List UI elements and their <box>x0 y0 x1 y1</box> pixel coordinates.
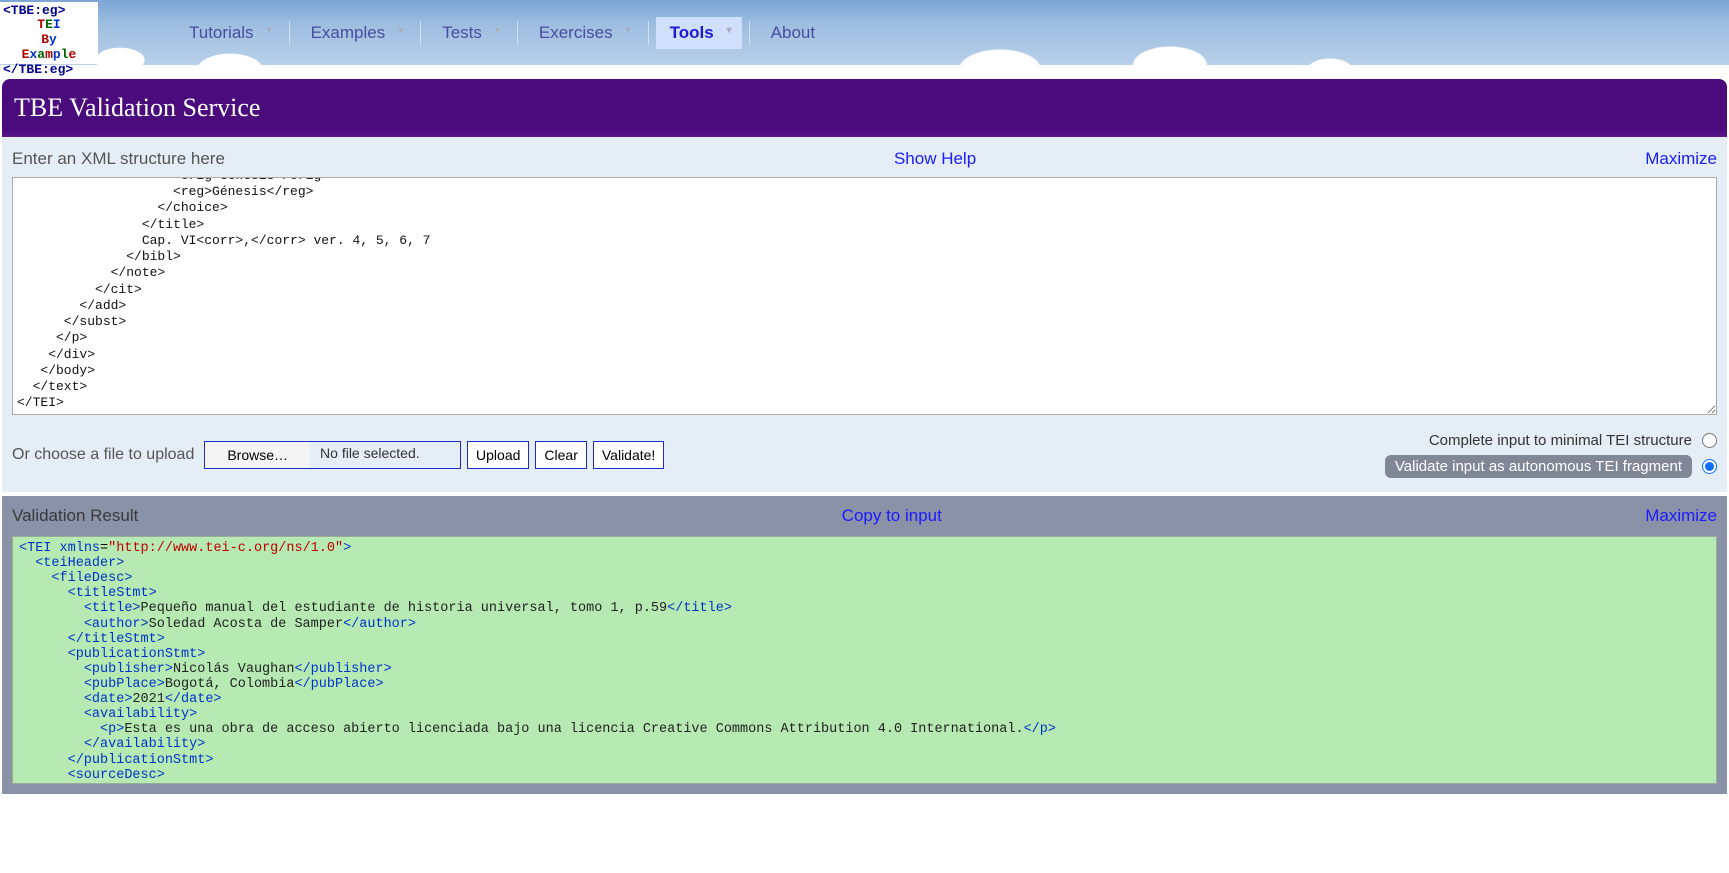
nav-item-exercises[interactable]: Exercises <box>525 17 641 49</box>
maximize-input-link[interactable]: Maximize <box>1645 149 1717 169</box>
logo-acronym3: Example <box>3 48 95 63</box>
logo-acronym2: By <box>3 33 95 48</box>
top-nav: <TBE:eg> TEI By Example </TBE:eg> Tutori… <box>0 0 1729 65</box>
nav-item-about[interactable]: About <box>757 17 843 49</box>
logo-acronym: TEI <box>3 18 95 33</box>
xml-input-textarea[interactable] <box>12 177 1717 415</box>
nav-item-tutorials[interactable]: Tutorials <box>175 17 282 49</box>
file-input[interactable]: Browse… No file selected. <box>204 441 461 469</box>
radio-autonomous-fragment[interactable] <box>1702 459 1717 474</box>
validation-result-code[interactable]: <TEI xmlns="http://www.tei-c.org/ns/1.0"… <box>12 536 1717 784</box>
logo-line-open: <TBE:eg> <box>3 4 95 19</box>
input-label: Enter an XML structure here <box>12 149 225 169</box>
logo-line-close: </TBE:eg> <box>3 63 95 78</box>
validation-options: Complete input to minimal TEI structure … <box>1385 432 1717 478</box>
input-panel: Enter an XML structure here Show Help Ma… <box>2 137 1727 492</box>
maximize-result-link[interactable]: Maximize <box>1645 506 1717 526</box>
nav-item-tests[interactable]: Tests <box>428 17 510 49</box>
logo[interactable]: <TBE:eg> TEI By Example </TBE:eg> <box>0 2 98 64</box>
option-autonomous-fragment[interactable]: Validate input as autonomous TEI fragmen… <box>1385 455 1717 478</box>
nav-menu: Tutorials Examples Tests Exercises Tools Abou… <box>168 17 850 49</box>
browse-button[interactable]: Browse… <box>205 442 310 468</box>
option-complete-minimal[interactable]: Complete input to minimal TEI structure <box>1429 432 1717 449</box>
validate-button[interactable]: Validate! <box>593 441 664 469</box>
result-label: Validation Result <box>12 506 138 526</box>
show-help-link[interactable]: Show Help <box>894 149 976 169</box>
nav-item-tools[interactable]: Tools <box>656 17 742 49</box>
result-panel: Validation Result Copy to input Maximize… <box>2 496 1727 794</box>
clear-button[interactable]: Clear <box>535 441 586 469</box>
upload-button[interactable]: Upload <box>467 441 529 469</box>
copy-to-input-link[interactable]: Copy to input <box>842 506 942 526</box>
radio-complete-minimal[interactable] <box>1702 433 1717 448</box>
file-name-display: No file selected. <box>310 442 460 468</box>
upload-row: Or choose a file to upload Browse… No fi… <box>12 432 1717 478</box>
input-panel-header: Enter an XML structure here Show Help Ma… <box>12 145 1717 177</box>
nav-item-examples[interactable]: Examples <box>297 17 414 49</box>
result-panel-header: Validation Result Copy to input Maximize <box>12 506 1717 536</box>
upload-label: Or choose a file to upload <box>12 446 194 464</box>
page-title: TBE Validation Service <box>2 79 1727 137</box>
